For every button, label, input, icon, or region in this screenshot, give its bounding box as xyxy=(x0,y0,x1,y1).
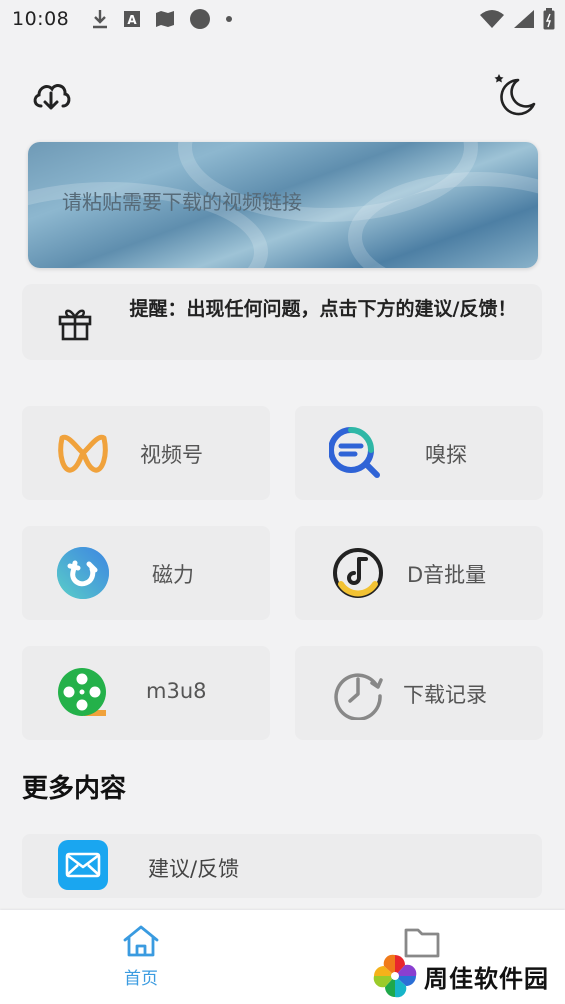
watermark-text: 周佳软件园 xyxy=(424,964,549,993)
status-icons-left: A xyxy=(91,8,233,30)
signal-icon xyxy=(514,10,534,28)
status-icons-right xyxy=(479,8,555,30)
cloud-download-button[interactable] xyxy=(30,76,72,114)
notice-card: 提醒：出现任何问题，点击下方的建议/反馈！ xyxy=(22,284,542,360)
feature-label: 下载记录 xyxy=(403,683,487,707)
gift-icon xyxy=(58,309,92,341)
url-input-banner[interactable] xyxy=(28,142,538,268)
watermark: 周佳软件园 xyxy=(372,952,562,1000)
feature-magnet[interactable]: 磁力 xyxy=(22,526,270,620)
cloud-download-icon xyxy=(33,84,71,110)
font-icon: A xyxy=(124,11,141,27)
feature-label: m3u8 xyxy=(146,679,207,703)
circle-icon xyxy=(190,9,211,29)
battery-icon xyxy=(543,8,555,30)
list-item-feedback[interactable]: 建议/反馈 xyxy=(22,834,542,898)
magnet-icon xyxy=(57,547,109,599)
feature-wechat-channels[interactable]: 视频号 xyxy=(22,406,270,500)
pinwheel-logo xyxy=(373,954,417,998)
feature-download-history[interactable]: 下载记录 xyxy=(295,646,543,740)
feature-sniff[interactable]: 嗅探 xyxy=(295,406,543,500)
mail-icon xyxy=(58,840,108,890)
notice-text: 提醒：出现任何问题，点击下方的建议/反馈！ xyxy=(129,298,517,320)
svg-text:A: A xyxy=(128,13,138,27)
section-title-more: 更多内容 xyxy=(22,774,127,804)
status-bar: 10:08 A xyxy=(0,0,565,38)
list-item-label: 建议/反馈 xyxy=(148,857,240,881)
moon-icon xyxy=(494,74,536,116)
wifi-icon xyxy=(480,10,504,28)
sniff-search-icon xyxy=(329,427,380,478)
nav-home[interactable]: 首页 xyxy=(110,924,172,989)
status-time: 10:08 xyxy=(12,8,70,30)
feature-douyin-batch[interactable]: D音批量 xyxy=(295,526,543,620)
download-icon xyxy=(93,10,108,29)
theme-toggle-button[interactable] xyxy=(490,70,540,118)
feature-label: D音批量 xyxy=(407,563,487,587)
dot-icon xyxy=(226,16,233,22)
history-clock-icon xyxy=(334,673,383,720)
feature-label: 磁力 xyxy=(152,563,194,587)
home-icon xyxy=(123,925,159,957)
feature-m3u8[interactable]: m3u8 xyxy=(22,646,270,740)
feature-label: 嗅探 xyxy=(425,443,467,467)
feature-label: 视频号 xyxy=(140,443,203,467)
wechat-channels-icon xyxy=(58,434,108,473)
douyin-music-icon xyxy=(333,548,383,598)
nav-home-label: 首页 xyxy=(124,969,158,989)
map-icon xyxy=(156,11,175,27)
video-url-input[interactable] xyxy=(62,190,512,214)
film-reel-icon xyxy=(58,668,106,716)
